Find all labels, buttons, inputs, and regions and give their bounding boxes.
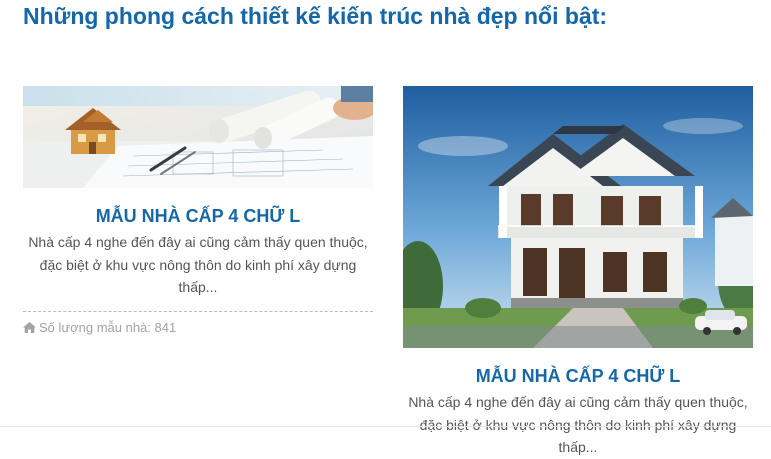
home-icon	[23, 321, 36, 333]
card-description: Nhà cấp 4 nghe đến đây ai cũng cảm thấy …	[408, 394, 748, 455]
section-heading: Những phong cách thiết kế kiến trúc nhà …	[23, 3, 608, 29]
house-count: Số lượng mẫu nhà: 841	[23, 310, 373, 335]
blueprint-house-model-image	[23, 86, 373, 188]
card-description: Nhà cấp 4 nghe đến đây ai cũng cảm thấy …	[28, 234, 368, 295]
house-card: MẪU NHÀ CẤP 4 CHỮ L Nhà cấp 4 nghe đến đ…	[403, 86, 753, 459]
card-title-link[interactable]: MẪU NHÀ CẤP 4 CHỮ L	[403, 366, 753, 387]
card-image-link[interactable]	[403, 86, 753, 348]
card-title-link[interactable]: MẪU NHÀ CẤP 4 CHỮ L	[23, 206, 373, 227]
house-count-label: Số lượng mẫu nhà: 841	[39, 319, 177, 335]
two-storey-villa-image	[403, 86, 753, 348]
card-image-link[interactable]	[23, 86, 373, 188]
house-card: MẪU NHÀ CẤP 4 CHỮ L Nhà cấp 4 nghe đến đ…	[23, 86, 373, 335]
divider	[0, 426, 771, 427]
